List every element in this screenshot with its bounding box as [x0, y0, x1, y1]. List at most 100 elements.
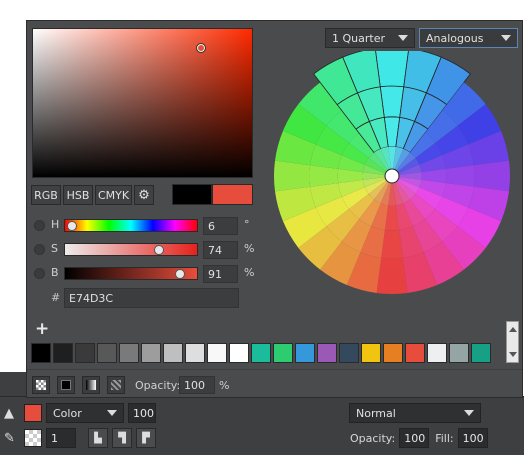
solid-square-icon	[61, 380, 71, 390]
gradient-fill-button[interactable]	[82, 376, 100, 394]
color-wheel[interactable]	[272, 51, 512, 301]
color-swatch[interactable]	[119, 343, 139, 363]
rule-select[interactable]: 1 Quarter	[325, 28, 415, 48]
layer-fill-field[interactable]: 100	[457, 428, 488, 448]
add-swatch-button[interactable]: +	[35, 321, 49, 338]
color-swatch[interactable]	[295, 343, 315, 363]
fill-row: ▲ Color 100	[4, 403, 156, 423]
blend-mode-label: Normal	[356, 406, 396, 420]
color-swatch[interactable]	[185, 343, 205, 363]
chevron-down-icon	[107, 410, 117, 416]
brush-option-3-button[interactable]: ▛	[136, 428, 156, 448]
wheel-segment[interactable]	[376, 257, 408, 294]
opacity-unit: %	[219, 379, 230, 392]
rgb-mode-button[interactable]: RGB	[31, 185, 61, 205]
rule-select-label: 1 Quarter	[332, 31, 385, 45]
brightness-slider-row: B 91 %	[32, 265, 272, 283]
color-swatch[interactable]	[251, 343, 271, 363]
scroll-up-icon[interactable]	[509, 327, 517, 332]
harmony-select-label: Analogous	[426, 31, 484, 45]
saturation-slider-row: S 74 %	[32, 241, 272, 259]
opacity-input[interactable]: 100	[179, 376, 215, 394]
brush-option-2-button[interactable]: ▜	[112, 428, 132, 448]
hue-track[interactable]	[64, 219, 198, 232]
fill-mode-select[interactable]: Color	[46, 403, 124, 423]
color-swatch[interactable]	[317, 343, 337, 363]
saturation-brightness-square[interactable]	[32, 28, 253, 178]
color-swatch[interactable]	[75, 343, 95, 363]
brightness-radio[interactable]	[34, 268, 45, 279]
layer-fill-label: Fill:	[435, 431, 454, 445]
hex-input[interactable]: E74D3C	[64, 288, 239, 308]
fill-color-swatch[interactable]	[24, 404, 42, 422]
color-swatch[interactable]	[361, 343, 381, 363]
wheel-center-marker[interactable]	[384, 168, 400, 184]
gradient-icon	[86, 380, 96, 390]
color-swatch[interactable]	[339, 343, 359, 363]
swatch-scrollbar[interactable]	[506, 321, 519, 363]
solid-fill-button[interactable]	[57, 376, 75, 394]
chevron-down-icon	[501, 35, 511, 41]
blend-mode-select[interactable]: Normal	[349, 403, 481, 423]
brush-option-1-button[interactable]: ▙	[88, 428, 108, 448]
saturation-radio[interactable]	[34, 244, 45, 255]
pattern-fill-button[interactable]	[107, 376, 125, 394]
opacity-label: Opacity:	[135, 379, 181, 392]
cmyk-mode-button[interactable]: CMYK	[95, 185, 132, 205]
wheel-segment[interactable]	[375, 51, 409, 88]
color-swatch[interactable]	[53, 343, 73, 363]
wheel-segment[interactable]	[473, 160, 510, 192]
hsb-mode-button[interactable]: HSB	[63, 185, 93, 205]
brightness-knob[interactable]	[175, 269, 185, 279]
settings-button[interactable]: ⚙	[134, 185, 154, 205]
harmony-select[interactable]: Analogous	[419, 28, 518, 48]
hue-radio[interactable]	[34, 220, 45, 231]
color-swatch[interactable]	[163, 343, 183, 363]
color-swatch[interactable]	[229, 343, 249, 363]
brush-size-field[interactable]: 1	[46, 428, 76, 448]
previous-color-swatch[interactable]	[172, 184, 212, 205]
color-swatch[interactable]	[471, 343, 491, 363]
brush-icon[interactable]: ✎	[4, 431, 20, 446]
saturation-knob[interactable]	[154, 245, 164, 255]
color-swatch[interactable]	[273, 343, 293, 363]
color-swatch[interactable]	[97, 343, 117, 363]
hue-value-field[interactable]: 6	[203, 217, 238, 235]
color-swatch[interactable]	[31, 343, 51, 363]
hue-unit: °	[244, 218, 250, 231]
wheel-segment[interactable]	[445, 165, 475, 187]
layer-opacity-field[interactable]: 100	[399, 428, 430, 448]
wheel-segment[interactable]	[381, 229, 403, 259]
color-swatch[interactable]	[405, 343, 425, 363]
color-swatch[interactable]	[427, 343, 447, 363]
hue-knob[interactable]	[67, 221, 77, 231]
color-swatch[interactable]	[383, 343, 403, 363]
color-swatch[interactable]	[141, 343, 161, 363]
saturation-track[interactable]	[64, 243, 198, 256]
layer-opacity-label: Opacity:	[350, 431, 396, 445]
hue-label: H	[51, 218, 60, 231]
fill-opacity-field[interactable]: 100	[128, 403, 156, 423]
wheel-segment[interactable]	[274, 160, 311, 192]
scroll-down-icon[interactable]	[509, 352, 517, 357]
saturation-unit: %	[244, 242, 255, 255]
swatch-palette	[31, 343, 491, 363]
wheel-segment[interactable]	[309, 165, 339, 187]
opacity-fill-row: Opacity: 100 Fill: 100	[350, 428, 488, 448]
saturation-value-field[interactable]: 74	[203, 241, 238, 259]
fill-mode-label: Color	[53, 406, 82, 420]
color-swatch[interactable]	[449, 343, 469, 363]
color-swatch[interactable]	[207, 343, 227, 363]
transparent-fill-button[interactable]	[32, 376, 50, 394]
brightness-track[interactable]	[64, 267, 198, 280]
brightness-label: B	[51, 266, 59, 279]
pattern-swatch[interactable]	[24, 429, 42, 447]
paint-bucket-icon[interactable]: ▲	[4, 406, 20, 421]
hex-row: # E74D3C	[32, 288, 272, 308]
brightness-unit: %	[244, 266, 255, 279]
sv-cursor[interactable]	[196, 43, 206, 53]
gear-icon: ⚙	[138, 187, 150, 203]
checker-icon	[36, 380, 46, 390]
brush-row: ✎ 1 ▙ ▜ ▛	[4, 428, 156, 448]
brightness-value-field[interactable]: 91	[203, 265, 238, 283]
